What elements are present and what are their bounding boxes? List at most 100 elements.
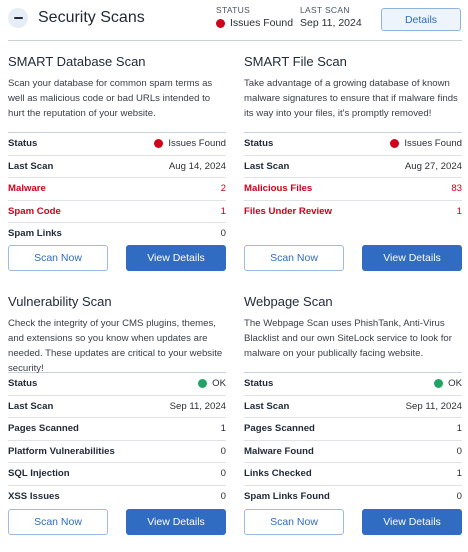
stat-value: 0 [220, 468, 226, 480]
stat-row-platform-vulnerabilities: Platform Vulnerabilities 0 [8, 439, 226, 463]
stat-value: 1 [456, 468, 462, 480]
stat-row-status: Status Issues Found [244, 132, 462, 155]
stat-label: Last Scan [244, 400, 290, 412]
last-scan-value: Sep 11, 2024 [300, 17, 362, 29]
status-dot-icon [198, 379, 208, 389]
stat-value: 1 [220, 205, 226, 217]
smart-database-scan-card: SMART Database Scan Scan your database f… [8, 54, 226, 271]
last-scan-label: LAST SCAN [300, 5, 350, 15]
stat-row-last-scan: Last Scan Sep 11, 2024 [8, 394, 226, 418]
stat-value: OK [198, 378, 226, 389]
vulnerability-scan-card: Vulnerability Scan Check the integrity o… [8, 294, 226, 535]
card-title: Vulnerability Scan [8, 294, 112, 309]
stat-label: Status [244, 378, 274, 390]
status-text: OK [448, 378, 462, 390]
status-dot-icon [434, 379, 444, 389]
stat-label: Last Scan [244, 160, 290, 172]
status-text: Issues Found [168, 138, 226, 150]
stat-label: Links Checked [244, 468, 312, 480]
stat-label: Pages Scanned [8, 423, 79, 435]
stat-label: Platform Vulnerabilities [8, 445, 115, 457]
view-details-button[interactable]: View Details [362, 509, 462, 535]
status-text: Issues Found [230, 17, 294, 29]
scan-stats: Status OK Last Scan Sep 11, 2024 Pages Scann… [244, 372, 462, 507]
stat-value: 2 [220, 183, 226, 195]
stat-row-pages-scanned: Pages Scanned 1 [244, 417, 462, 440]
stat-label: Status [8, 378, 38, 390]
card-description: Check the integrity of your CMS plugins,… [8, 318, 223, 374]
stat-label: Status [244, 138, 274, 150]
stat-label: Malicious Files [244, 183, 313, 195]
stat-row-sql-injection: SQL Injection 0 [8, 462, 226, 485]
stat-value: Sep 11, 2024 [405, 400, 462, 412]
status-text: OK [212, 378, 226, 390]
view-details-button[interactable]: View Details [126, 509, 226, 535]
stat-row-links-checked: Links Checked 1 [244, 462, 462, 485]
stat-row-status: Status OK [244, 372, 462, 395]
status-text: Issues Found [404, 138, 462, 150]
scan-stats: Status Issues Found Last Scan Aug 27, 2024 M… [244, 132, 462, 222]
stat-value: 1 [456, 205, 462, 217]
stat-label: Spam Code [8, 205, 61, 217]
view-details-button[interactable]: View Details [362, 245, 462, 271]
header-divider [8, 40, 462, 41]
view-details-button[interactable]: View Details [126, 245, 226, 271]
scan-now-button[interactable]: Scan Now [244, 509, 344, 535]
stat-value: 1 [220, 423, 226, 435]
page-title: Security Scans [38, 9, 145, 26]
smart-file-scan-card: SMART File Scan Take advantage of a grow… [244, 54, 462, 271]
status-label: STATUS [216, 5, 251, 15]
card-description: Scan your database for common spam terms… [8, 78, 213, 119]
stat-label: Files Under Review [244, 205, 332, 217]
stat-value: 0 [220, 445, 226, 457]
stat-label: Malware Found [244, 445, 314, 457]
stat-label: XSS Issues [8, 490, 60, 502]
stat-row-files-under-review: Files Under Review 1 [244, 199, 462, 223]
status-dot-icon [154, 139, 164, 149]
scan-stats: Status Issues Found Last Scan Aug 14, 2024 M… [8, 132, 226, 245]
stat-value: 0 [220, 490, 226, 502]
scan-now-button[interactable]: Scan Now [244, 245, 344, 271]
status-value: Issues Found [216, 17, 293, 30]
stat-value: Aug 14, 2024 [168, 160, 226, 172]
status-dot-icon [390, 139, 400, 149]
collapse-button[interactable] [8, 8, 28, 28]
security-scans-header: Security Scans STATUS Issues Found LAST … [0, 0, 468, 40]
card-description: Take advantage of a growing database of … [244, 78, 458, 119]
stat-row-spam-code: Spam Code 1 [8, 199, 226, 223]
stat-value: 83 [451, 183, 462, 195]
stat-row-last-scan: Last Scan Aug 27, 2024 [244, 154, 462, 178]
stat-value: Issues Found [390, 138, 462, 149]
card-actions: Scan Now View Details [8, 245, 226, 271]
stat-row-last-scan: Last Scan Sep 11, 2024 [244, 394, 462, 418]
card-description: The Webpage Scan uses PhishTank, Anti-Vi… [244, 318, 452, 359]
stat-value: Aug 27, 2024 [404, 160, 462, 172]
details-button[interactable]: Details [381, 8, 461, 31]
status-dot-icon [216, 19, 225, 28]
stat-label: Status [8, 138, 38, 150]
stat-label: SQL Injection [8, 468, 70, 480]
card-title: Webpage Scan [244, 294, 333, 309]
minus-icon [13, 17, 23, 19]
stat-row-status: Status Issues Found [8, 132, 226, 155]
stat-row-malware-found: Malware Found 0 [244, 439, 462, 463]
stat-label: Spam Links Found [244, 490, 330, 502]
scan-stats: Status OK Last Scan Sep 11, 2024 Pages Scann… [8, 372, 226, 507]
card-actions: Scan Now View Details [244, 245, 462, 271]
scan-now-button[interactable]: Scan Now [8, 509, 108, 535]
scan-now-button[interactable]: Scan Now [8, 245, 108, 271]
stat-value: 0 [456, 490, 462, 502]
card-actions: Scan Now View Details [8, 509, 226, 535]
stat-value: Issues Found [154, 138, 226, 149]
stat-label: Spam Links [8, 228, 62, 240]
stat-row-pages-scanned: Pages Scanned 1 [8, 417, 226, 440]
webpage-scan-card: Webpage Scan The Webpage Scan uses Phish… [244, 294, 462, 535]
stat-row-malicious-files: Malicious Files 83 [244, 177, 462, 200]
stat-value: 0 [456, 445, 462, 457]
card-actions: Scan Now View Details [244, 509, 462, 535]
stat-value: OK [434, 378, 462, 389]
card-title: SMART File Scan [244, 54, 347, 69]
stat-row-spam-links-found: Spam Links Found 0 [244, 484, 462, 508]
stat-row-xss-issues: XSS Issues 0 [8, 484, 226, 508]
stat-value: 1 [456, 423, 462, 435]
